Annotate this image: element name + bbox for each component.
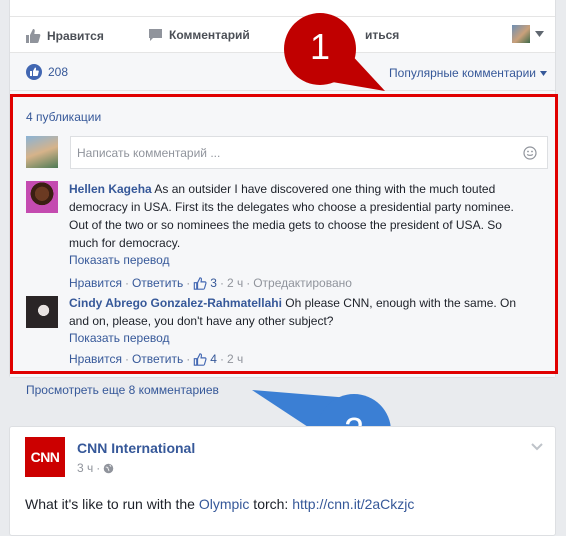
sort-label: Популярные комментарии [389, 66, 536, 80]
like-badge-icon [26, 64, 42, 80]
post-link-url[interactable]: http://cnn.it/2aCkzjc [292, 496, 414, 512]
post-meta: 3 ч · [77, 461, 114, 475]
comment-icon [149, 29, 162, 41]
post-card: CNN CNN International 3 ч · What it's li… [9, 426, 556, 536]
chevron-down-icon[interactable] [531, 443, 543, 451]
cnn-logo[interactable]: CNN [25, 437, 65, 477]
post-text-part: torch: [249, 496, 293, 512]
comment-sort-dropdown[interactable]: Популярные комментарии [389, 66, 547, 80]
reaction-summary[interactable]: 208 [26, 64, 68, 80]
avatar [512, 25, 530, 43]
highlight-box [10, 94, 558, 374]
post-text: What it's like to run with the Olympic t… [25, 496, 414, 512]
caret-down-icon [540, 70, 547, 76]
likes-count: 208 [48, 65, 69, 79]
post-as-selector[interactable] [512, 25, 544, 43]
thumb-up-icon [26, 29, 41, 43]
cnn-logo-text: CNN [30, 449, 60, 465]
comment-button[interactable]: Комментарий [148, 28, 250, 42]
like-button-label: Нравится [47, 29, 104, 43]
globe-icon [103, 463, 114, 473]
callout-label-1: 1 [309, 26, 331, 67]
comment-button-label: Комментарий [169, 28, 250, 42]
view-more-comments-link[interactable]: Просмотреть еще 8 комментариев [26, 383, 219, 397]
like-button[interactable]: Нравится [25, 28, 104, 44]
post-time[interactable]: 3 ч [77, 461, 93, 475]
post-text-part: What it's like to run with the [25, 496, 199, 512]
caret-down-icon [535, 31, 544, 37]
page-name[interactable]: CNN International [77, 440, 195, 456]
post-link-olympic[interactable]: Olympic [199, 496, 250, 512]
